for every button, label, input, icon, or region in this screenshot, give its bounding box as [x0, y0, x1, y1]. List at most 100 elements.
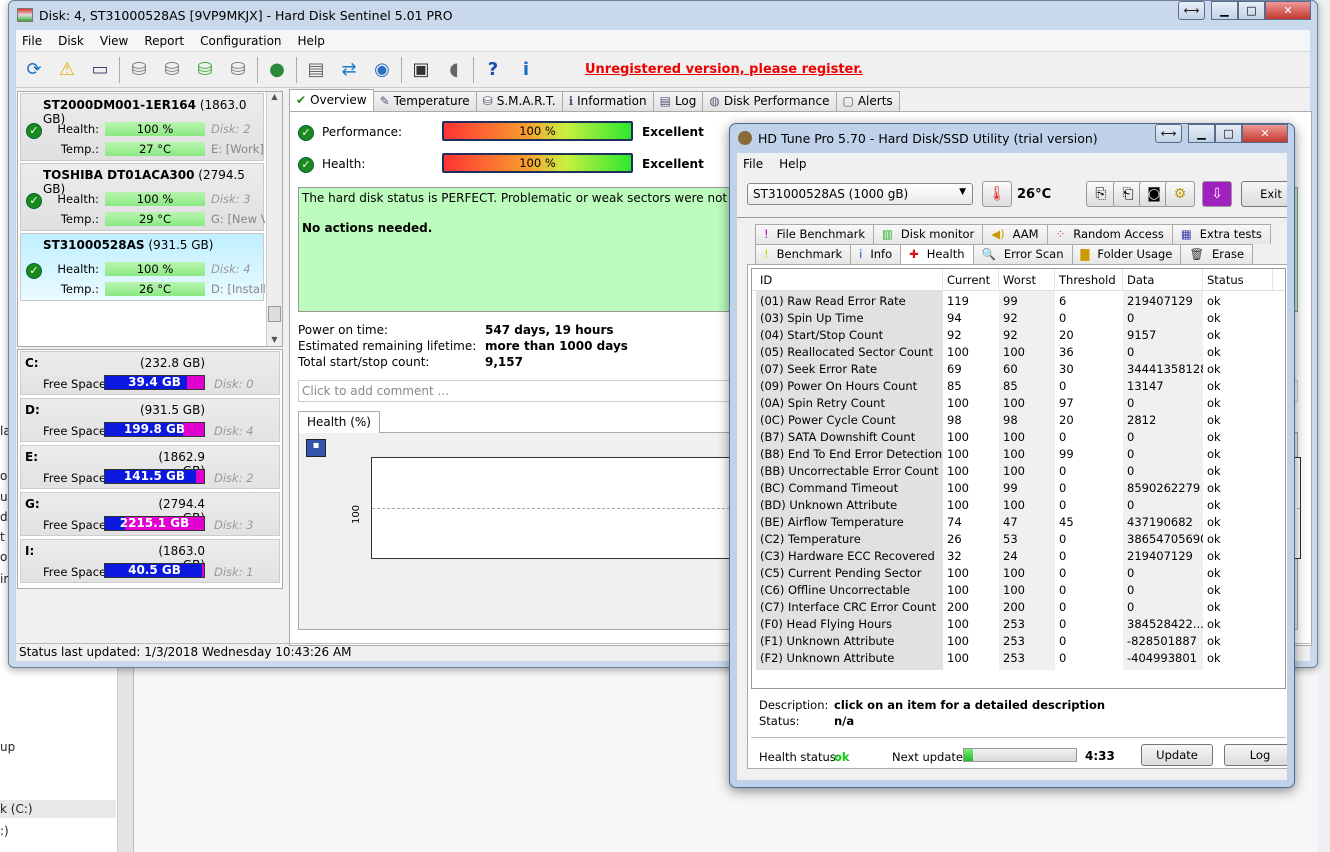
- menu-disk[interactable]: Disk: [52, 34, 94, 48]
- table-row[interactable]: (01) Raw Read Error Rate 119 99 6 219407129 o…: [752, 293, 1285, 310]
- disk-card[interactable]: TOSHIBA DT01ACA300 (2794.5 GB) ✓ Health: 10…: [20, 163, 265, 231]
- close-button[interactable]: ✕: [1265, 1, 1311, 20]
- maximize-button[interactable]: □: [1215, 124, 1242, 143]
- disk-check-icon[interactable]: ⛁: [191, 56, 219, 84]
- tab-error-scan[interactable]: 🔍 Error Scan: [972, 244, 1073, 264]
- partition-card[interactable]: G:(2794.4 GB)Free Space2215.1 GBDisk: 3: [20, 492, 280, 536]
- tab-extra-tests[interactable]: ▦ Extra tests: [1171, 224, 1271, 244]
- network-disk-icon[interactable]: ●: [263, 56, 291, 84]
- options-icon[interactable]: ⚙: [1165, 181, 1195, 207]
- tab-info[interactable]: i Info: [850, 244, 902, 264]
- partition-card[interactable]: C: (232.8 GB) Free Space 39.4 GB Disk: 0: [20, 351, 280, 395]
- disk-card[interactable]: ST31000528AS (931.5 GB) ✓ Health: 100 % Disk…: [20, 233, 265, 301]
- column-header-current[interactable]: Current: [943, 269, 999, 291]
- table-row[interactable]: (B7) SATA Downshift Count 100 100 0 0 ok: [752, 429, 1285, 446]
- resize-icon[interactable]: ⟷: [1155, 124, 1182, 143]
- disk-test-icon[interactable]: ⛁: [125, 56, 153, 84]
- title-bar[interactable]: Disk: 4, ST31000528AS [9VP9MKJX] - Hard …: [9, 1, 1317, 29]
- menu-help[interactable]: Help: [292, 34, 335, 48]
- tab-information[interactable]: ℹ Information: [561, 91, 654, 111]
- help-icon[interactable]: ?: [479, 56, 507, 84]
- refresh-icon[interactable]: ⟳: [20, 56, 48, 84]
- table-row[interactable]: (04) Start/Stop Count 92 92 20 9157 ok: [752, 327, 1285, 344]
- save-icon[interactable]: ▪: [306, 439, 326, 457]
- tab-log[interactable]: ▤ Log: [652, 91, 704, 111]
- minimize-button[interactable]: ▁: [1188, 124, 1215, 143]
- table-row[interactable]: (C6) Offline Uncorrectable 100 100 0 0 ok: [752, 582, 1285, 599]
- table-row[interactable]: (C3) Hardware ECC Recovered 32 24 0 21940712…: [752, 548, 1285, 565]
- table-row[interactable]: (F0) Head Flying Hours 100 253 0 384528422..…: [752, 616, 1285, 633]
- sound-icon[interactable]: ◖: [440, 56, 468, 84]
- partition-card[interactable]: I:(1863.0 GB)Free Space40.5 GBDisk: 1: [20, 539, 280, 583]
- table-row[interactable]: (03) Spin Up Time 94 92 0 0 ok: [752, 310, 1285, 327]
- tab-random-access[interactable]: ⁘ Random Access: [1046, 224, 1173, 244]
- drive-select[interactable]: ST31000528AS (1000 gB) ▼: [747, 183, 973, 205]
- table-row[interactable]: (B8) End To End Error Detection 100 100 99 0…: [752, 446, 1285, 463]
- table-row[interactable]: (09) Power On Hours Count 85 85 0 13147 ok: [752, 378, 1285, 395]
- table-row[interactable]: (F2) Unknown Attribute 100 253 0 -404993801 o…: [752, 650, 1285, 667]
- tab-alerts[interactable]: ▢ Alerts: [835, 91, 900, 111]
- column-header-worst[interactable]: Worst: [999, 269, 1055, 291]
- update-button[interactable]: Update: [1141, 744, 1213, 766]
- disk-search-icon[interactable]: ⛁: [224, 56, 252, 84]
- sync-icon[interactable]: ⇄: [335, 56, 363, 84]
- column-header-status[interactable]: Status: [1203, 269, 1273, 291]
- maximize-button[interactable]: □: [1238, 1, 1265, 20]
- unregistered-link[interactable]: Unregistered version, please register.: [585, 62, 863, 77]
- tab-erase[interactable]: 🗑 Erase: [1180, 244, 1254, 264]
- tab-health-chart[interactable]: Health (%): [298, 411, 380, 433]
- thermometer-icon[interactable]: 🌡: [982, 181, 1012, 207]
- table-row[interactable]: (C7) Interface CRC Error Count 200 200 0 0 ok: [752, 599, 1285, 616]
- minimize-button[interactable]: ▁: [1211, 1, 1238, 20]
- table-row[interactable]: (0A) Spin Retry Count 100 100 97 0 ok: [752, 395, 1285, 412]
- menu-help[interactable]: Help: [773, 157, 816, 171]
- copy-icon[interactable]: ⎘: [1086, 181, 1116, 207]
- disk-list-scrollbar[interactable]: ▲ ▼: [266, 92, 282, 346]
- partition-card[interactable]: E:(1862.9 GB)Free Space141.5 GBDisk: 2: [20, 445, 280, 489]
- tab-s-m-a-r-t[interactable]: ⛁ S.M.A.R.T.: [475, 91, 563, 111]
- disk-card[interactable]: ST2000DM001-1ER164 (1863.0 GB) ✓ Health: 10…: [20, 93, 264, 161]
- disk-info-icon[interactable]: ▭: [86, 56, 114, 84]
- bg-drive-item[interactable]: k (C:): [0, 800, 116, 818]
- column-header-threshold[interactable]: Threshold: [1055, 269, 1123, 291]
- about-icon[interactable]: i: [512, 56, 540, 84]
- table-row[interactable]: (F1) Unknown Attribute 100 253 0 -828501887 o…: [752, 633, 1285, 650]
- table-row[interactable]: (C2) Temperature 26 53 0 38654705690 ok: [752, 531, 1285, 548]
- column-header-id[interactable]: ID: [756, 269, 943, 291]
- disk-timer-icon[interactable]: ⛁: [158, 56, 186, 84]
- report-icon[interactable]: ▤: [302, 56, 330, 84]
- table-row[interactable]: (BC) Command Timeout 100 99 0 8590262279 ok: [752, 480, 1285, 497]
- table-row[interactable]: (07) Seek Error Rate 69 60 30 34441358128 ok: [752, 361, 1285, 378]
- table-row[interactable]: (BB) Uncorrectable Error Count 100 100 0 0 ok: [752, 463, 1285, 480]
- menu-report[interactable]: Report: [138, 34, 194, 48]
- table-row[interactable]: (BE) Airflow Temperature 74 47 45 437190682 o…: [752, 514, 1285, 531]
- column-header-data[interactable]: Data: [1123, 269, 1203, 291]
- tab-disk-performance[interactable]: ◍ Disk Performance: [702, 91, 837, 111]
- exit-button[interactable]: Exit: [1241, 181, 1287, 207]
- tab-overview[interactable]: ✔ Overview: [289, 89, 374, 111]
- menu-file[interactable]: File: [737, 157, 773, 171]
- settings-computer-icon[interactable]: ▣: [407, 56, 435, 84]
- tab-folder-usage[interactable]: ▇ Folder Usage: [1071, 244, 1182, 264]
- tab-benchmark[interactable]: ! Benchmark: [755, 244, 852, 264]
- menu-view[interactable]: View: [94, 34, 138, 48]
- tab-health[interactable]: ✚ Health: [900, 244, 974, 264]
- partition-card[interactable]: D: (931.5 GB) Free Space 199.8 GB Disk: 4: [20, 398, 280, 442]
- menu-file[interactable]: File: [16, 34, 52, 48]
- scrollbar-thumb[interactable]: [268, 306, 281, 322]
- table-row[interactable]: (BD) Unknown Attribute 100 100 0 0 ok: [752, 497, 1285, 514]
- tab-aam[interactable]: ◀) AAM: [982, 224, 1048, 244]
- tab-file-benchmark[interactable]: ! File Benchmark: [755, 224, 875, 244]
- tab-disk-monitor[interactable]: ▥ Disk monitor: [873, 224, 984, 244]
- table-row[interactable]: (0C) Power Cycle Count 98 98 20 2812 ok: [752, 412, 1285, 429]
- close-button[interactable]: ✕: [1242, 124, 1288, 143]
- resize-icon[interactable]: ⟷: [1178, 1, 1205, 20]
- web-icon[interactable]: ◉: [368, 56, 396, 84]
- table-row[interactable]: (C5) Current Pending Sector 100 100 0 0 ok: [752, 565, 1285, 582]
- alert-refresh-icon[interactable]: ⚠: [53, 56, 81, 84]
- tab-temperature[interactable]: ✎ Temperature: [372, 91, 477, 111]
- menu-configuration[interactable]: Configuration: [194, 34, 291, 48]
- download-icon[interactable]: ⇩: [1202, 181, 1232, 207]
- log-button[interactable]: Log: [1224, 744, 1287, 766]
- table-row[interactable]: (05) Reallocated Sector Count 100 100 36 0 ok: [752, 344, 1285, 361]
